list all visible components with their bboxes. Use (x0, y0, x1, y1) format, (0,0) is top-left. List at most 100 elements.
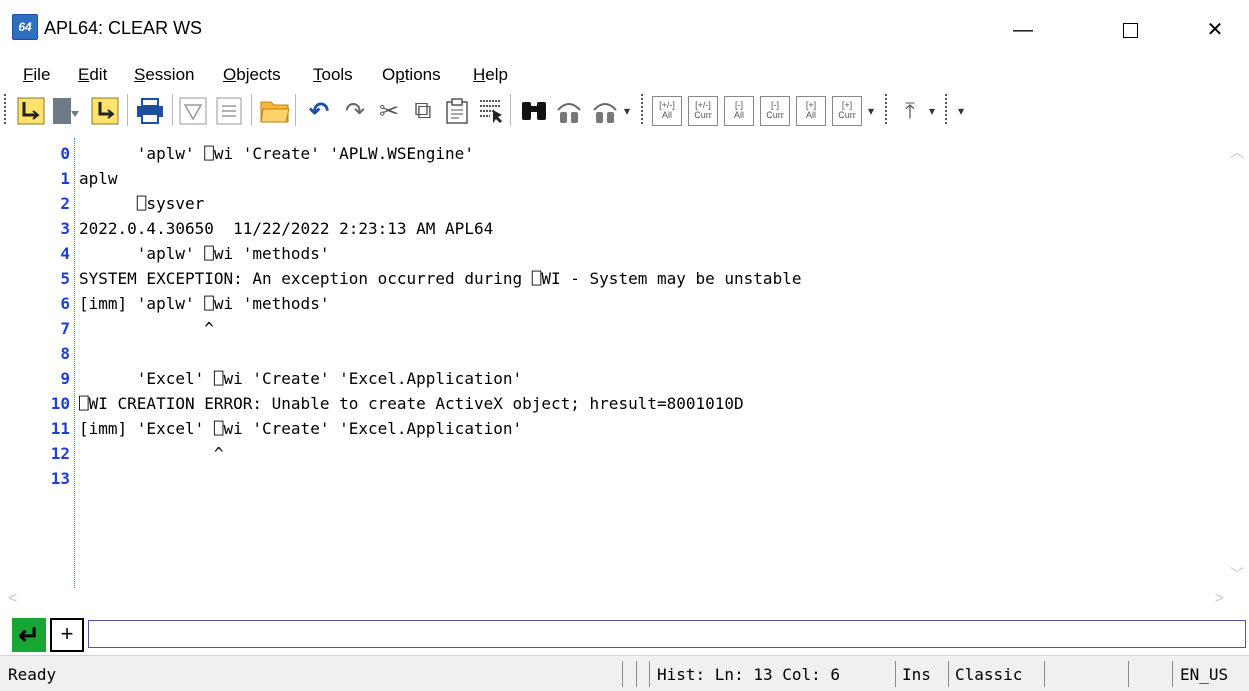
status-divider (622, 661, 623, 687)
status-divider (1128, 661, 1129, 687)
status-insert-mode: Ins (902, 665, 931, 684)
minimize-button[interactable]: — (1000, 10, 1046, 50)
input-bar: ↵ + (0, 614, 1249, 654)
menu-bar: File Edit Session Objects Tools Options … (0, 60, 1249, 88)
line-number: 8 (60, 344, 70, 363)
toolbar-grip[interactable] (945, 94, 949, 124)
collapse-all-button[interactable]: [-] All (724, 96, 754, 126)
menu-tools[interactable]: Tools (313, 65, 353, 85)
open-folder-icon[interactable] (258, 94, 292, 128)
maximize-button[interactable] (1107, 10, 1153, 50)
toggle-current-button[interactable]: [+/-] Curr (688, 96, 718, 126)
session-line[interactable]: aplw (79, 169, 118, 188)
toolbar-separator (251, 94, 252, 126)
toolbar-grip[interactable] (885, 94, 889, 124)
toolbar-separator (172, 94, 173, 126)
close-button[interactable]: ✕ (1192, 10, 1238, 50)
session-line[interactable]: ⎕sysver (79, 194, 204, 213)
status-divider (649, 661, 650, 687)
goto-top-icon[interactable]: ⤒ (893, 94, 927, 128)
toolbar-separator (510, 94, 511, 126)
copy-icon[interactable]: ⧉ (406, 94, 440, 128)
window-title: APL64: CLEAR WS (44, 18, 203, 38)
toolbar-grip[interactable] (4, 94, 8, 124)
step-over-icon[interactable] (50, 94, 84, 128)
status-divider (636, 661, 637, 687)
session-line[interactable]: ^ (79, 319, 214, 338)
scroll-right-icon[interactable]: > (1215, 590, 1224, 608)
menu-edit[interactable]: Edit (78, 65, 107, 85)
scroll-down-icon[interactable]: ﹀ (1230, 564, 1244, 584)
expand-input-button[interactable]: + (50, 618, 84, 652)
paste-icon[interactable] (440, 94, 474, 128)
line-number: 2 (60, 194, 70, 213)
toggle-all-button[interactable]: [+/-] All (652, 96, 682, 126)
line-number: 1 (60, 169, 70, 188)
toolbar-separator (295, 94, 296, 126)
session-line[interactable]: 'Excel' ⎕wi 'Create' 'Excel.Application' (79, 369, 522, 388)
menu-options[interactable]: Options (382, 65, 441, 85)
toolbar-overflow-icon[interactable]: ▾ (624, 104, 630, 118)
menu-help[interactable]: Help (473, 65, 508, 85)
session-line[interactable]: [imm] 'aplw' ⎕wi 'methods' (79, 294, 329, 313)
status-divider (895, 661, 896, 687)
session-line[interactable]: 'aplw' ⎕wi 'Create' 'APLW.WSEngine' (79, 144, 474, 163)
status-divider (1172, 661, 1173, 687)
cut-icon[interactable]: ✂ (372, 94, 406, 128)
document-icon[interactable] (212, 94, 246, 128)
line-number: 5 (60, 269, 70, 288)
menu-session[interactable]: Session (134, 65, 194, 85)
redo-icon[interactable]: ↷ (338, 94, 372, 128)
line-number: 6 (60, 294, 70, 313)
session-line[interactable]: [imm] 'Excel' ⎕wi 'Create' 'Excel.Applic… (79, 419, 522, 438)
step-out-icon[interactable] (88, 94, 122, 128)
menu-objects[interactable]: Objects (223, 65, 281, 85)
command-input[interactable] (88, 620, 1246, 648)
print-icon[interactable] (133, 94, 167, 128)
vertical-scrollbar[interactable]: ︿ ﹀ (1226, 138, 1249, 588)
status-keyboard: Classic (955, 665, 1023, 684)
line-number: 0 (60, 144, 70, 163)
collapse-current-button[interactable]: [-] Curr (760, 96, 790, 126)
horizontal-scrollbar[interactable]: < > (0, 588, 1226, 612)
line-number: 3 (60, 219, 70, 238)
scroll-up-icon[interactable]: ︿ (1230, 142, 1244, 162)
line-number: 10 (50, 394, 70, 413)
execute-button[interactable]: ↵ (12, 618, 46, 652)
undo-icon[interactable]: ↶ (302, 94, 336, 128)
line-number: 7 (60, 319, 70, 338)
toolbar-overflow-icon[interactable]: ▾ (958, 104, 964, 118)
session-line[interactable]: ^ (79, 444, 224, 463)
gutter-divider (74, 138, 75, 588)
session-line[interactable]: ⎕WI CREATION ERROR: Unable to create Act… (79, 394, 744, 413)
status-divider (948, 661, 949, 687)
toolbar: ↶ ↷ ✂ ⧉ ▾ [+/-] All [+/-] Curr [-] All [-] C… (0, 88, 1249, 134)
toolbar-overflow-icon[interactable]: ▾ (929, 104, 935, 118)
apl64-app-icon[interactable]: 64 (12, 14, 38, 40)
status-bar: Ready Hist: Ln: 13 Col: 6 Ins Classic EN… (0, 655, 1249, 691)
menu-file[interactable]: File (23, 65, 50, 85)
status-position: Hist: Ln: 13 Col: 6 (657, 665, 841, 684)
session-line[interactable]: SYSTEM EXCEPTION: An exception occurred … (79, 269, 801, 288)
status-ready: Ready (8, 665, 57, 684)
find-next-icon[interactable] (588, 94, 622, 128)
toolbar-grip[interactable] (641, 94, 645, 124)
session-line[interactable]: 2022.0.4.30650 11/22/2022 2:23:13 AM APL… (79, 219, 493, 238)
toolbar-overflow-icon[interactable]: ▾ (868, 104, 874, 118)
expand-all-button[interactable]: [+] All (796, 96, 826, 126)
step-into-icon[interactable] (14, 94, 48, 128)
scroll-left-icon[interactable]: < (8, 590, 17, 608)
select-icon[interactable] (474, 94, 508, 128)
title-bar: 64 APL64: CLEAR WS — ✕ (0, 0, 1249, 58)
status-divider (1044, 661, 1045, 687)
line-number: 13 (50, 469, 70, 488)
session-line[interactable]: 'aplw' ⎕wi 'methods' (79, 244, 330, 263)
status-locale: EN_US (1180, 665, 1229, 684)
filter-icon[interactable] (176, 94, 210, 128)
line-number: 4 (60, 244, 70, 263)
find-previous-icon[interactable] (552, 94, 586, 128)
expand-current-button[interactable]: [+] Curr (832, 96, 862, 126)
line-number: 9 (60, 369, 70, 388)
find-icon[interactable] (517, 94, 551, 128)
session-log[interactable]: 0 'aplw' ⎕wi 'Create' 'APLW.WSEngine' 1 … (0, 138, 1249, 588)
